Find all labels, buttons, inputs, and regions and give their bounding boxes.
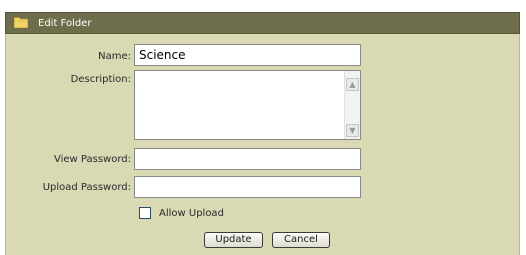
cancel-button[interactable]: Cancel [272,232,330,248]
upload-password-label: Upload Password: [42,182,131,193]
update-button[interactable]: Update [204,232,263,248]
panel-header: Edit Folder [5,12,520,34]
description-label: Description: [70,74,131,85]
name-label: Name: [98,51,131,62]
upload-password-input[interactable] [134,176,361,198]
scroll-up-icon[interactable]: ▲ [346,78,359,91]
allow-upload-checkbox[interactable] [139,207,151,219]
folder-icon [14,17,28,28]
allow-upload-label: Allow Upload [159,208,224,219]
scroll-down-icon[interactable]: ▼ [346,124,359,137]
panel-title: Edit Folder [38,18,92,29]
description-textarea[interactable]: ▲ ▼ [134,70,361,140]
name-input[interactable] [134,44,361,66]
view-password-label: View Password: [54,154,131,165]
view-password-input[interactable] [134,148,361,170]
description-scrollbar[interactable]: ▲ ▼ [344,71,360,139]
